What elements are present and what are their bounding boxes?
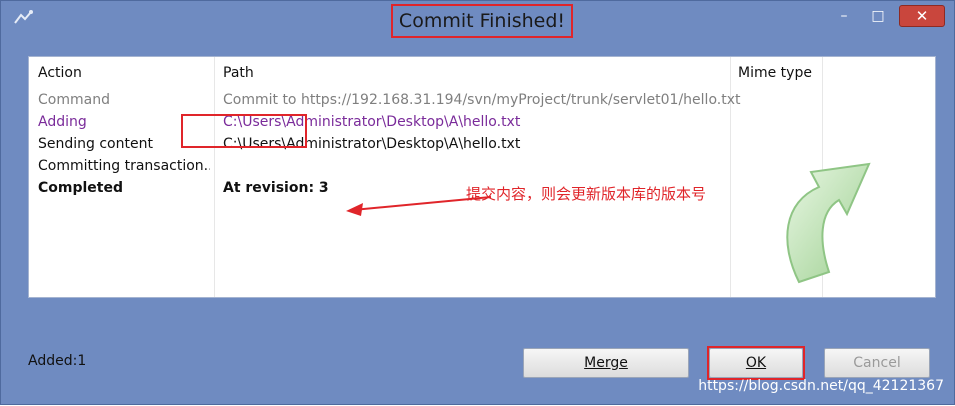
cancel-label: Cancel (853, 355, 901, 371)
commit-finished-dialog: Commit Finished! – □ ✕ Action Path Mime … (0, 0, 955, 405)
annotation-text: 提交内容，则会更新版本库的版本号 (466, 185, 707, 203)
ok-highlight (707, 346, 805, 380)
watermark: https://blog.csdn.net/qq_42121367 (698, 378, 944, 394)
merge-button[interactable]: Merge (523, 348, 689, 378)
merge-label: Merge (584, 355, 628, 371)
cancel-button[interactable]: Cancel (824, 348, 930, 378)
added-count: Added:1 (28, 353, 87, 369)
